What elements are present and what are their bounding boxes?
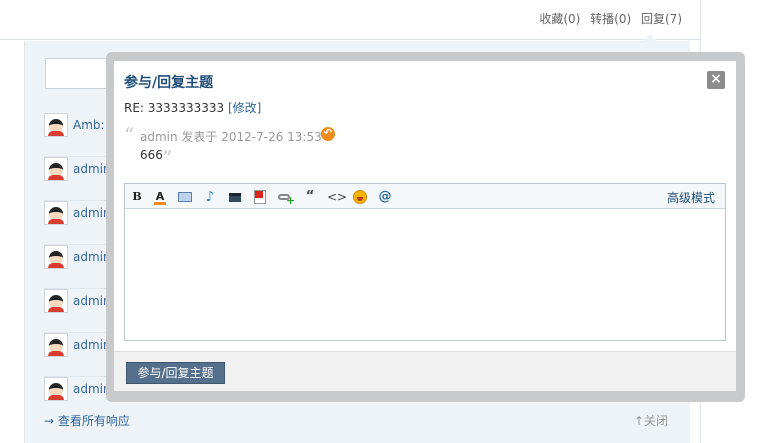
advanced-mode-link[interactable]: 高级模式: [667, 189, 715, 206]
reply-item: admin:: [44, 245, 115, 289]
replies-link[interactable]: 回复(7): [641, 12, 682, 26]
dialog-title: 参与/回复主题: [124, 75, 214, 91]
music-icon[interactable]: ♪: [202, 189, 218, 205]
image-frame-icon: [178, 192, 192, 202]
plus-icon: +: [286, 194, 296, 207]
reply-item: admin:: [44, 289, 115, 333]
edit-subject-link[interactable]: [修改]: [228, 101, 261, 115]
reply-dialog: 参与/回复主题 × RE: 3333333333 [修改] “ admin 发表…: [114, 61, 736, 391]
bold-icon[interactable]: B: [129, 189, 145, 205]
close-icon[interactable]: ×: [707, 71, 725, 89]
collapse-replies-link[interactable]: ↑关闭: [634, 412, 668, 429]
avatar-body-icon: [48, 395, 64, 400]
avatar-body-icon: [48, 351, 64, 356]
reply-item: admin:: [44, 201, 115, 245]
avatar-body-icon: [48, 307, 64, 312]
editor-toolbar: B A ♪ + “ <> @ 高级模式: [125, 184, 725, 209]
quote-meta: admin 发表于 2012-7-26 13:53: [140, 130, 322, 144]
reply-item: admin:: [44, 157, 115, 201]
quote-text: 666: [140, 148, 163, 162]
avatar[interactable]: [44, 245, 68, 269]
avatar[interactable]: [44, 201, 68, 225]
thread-stats-bar: 收藏(0) 转播(0) 回复(7): [0, 0, 700, 40]
font-color-swatch: [154, 202, 166, 205]
avatar[interactable]: [44, 113, 68, 137]
reply-textarea[interactable]: [125, 210, 725, 340]
flash-badge-icon: [255, 191, 263, 198]
font-color-icon[interactable]: A: [152, 189, 168, 205]
code-icon[interactable]: <>: [327, 189, 347, 205]
flash-icon[interactable]: [252, 189, 268, 205]
reply-subject: RE: 3333333333 [修改]: [124, 99, 261, 116]
reply-panel-pointer: [643, 34, 657, 41]
close-quote-icon: ”: [162, 146, 173, 170]
avatar-body-icon: [48, 175, 64, 180]
avatar[interactable]: [44, 333, 68, 357]
insert-link-icon[interactable]: +: [277, 189, 296, 207]
jump-to-post-icon[interactable]: ↶: [321, 127, 335, 141]
open-quote-icon: “: [124, 123, 135, 147]
thread-stats: 收藏(0) 转播(0) 回复(7): [533, 10, 682, 27]
reposts-link[interactable]: 转播(0): [590, 12, 631, 26]
mention-icon[interactable]: @: [377, 189, 393, 205]
avatar-body-icon: [48, 263, 64, 268]
reply-author[interactable]: Amb:: [73, 118, 105, 132]
image-icon[interactable]: [177, 189, 193, 205]
reply-item: Amb:: [44, 113, 114, 157]
avatar[interactable]: [44, 289, 68, 313]
clapperboard-icon: [229, 193, 241, 202]
favorites-link[interactable]: 收藏(0): [539, 12, 580, 26]
reply-subject-text: RE: 3333333333: [124, 101, 225, 115]
view-all-replies-link[interactable]: → 查看所有响应: [44, 412, 130, 429]
avatar-body-icon: [48, 131, 64, 136]
avatar[interactable]: [44, 377, 68, 401]
avatar[interactable]: [44, 157, 68, 181]
dialog-footer: 参与/回复主题: [114, 351, 736, 391]
avatar-body-icon: [48, 219, 64, 224]
submit-reply-button[interactable]: 参与/回复主题: [126, 362, 225, 384]
video-icon[interactable]: [227, 189, 243, 205]
smiley-icon[interactable]: [352, 189, 368, 205]
reply-item: admin:: [44, 333, 115, 377]
reply-editor: B A ♪ + “ <> @ 高级模式: [124, 183, 726, 341]
quote-icon[interactable]: “: [302, 189, 318, 205]
